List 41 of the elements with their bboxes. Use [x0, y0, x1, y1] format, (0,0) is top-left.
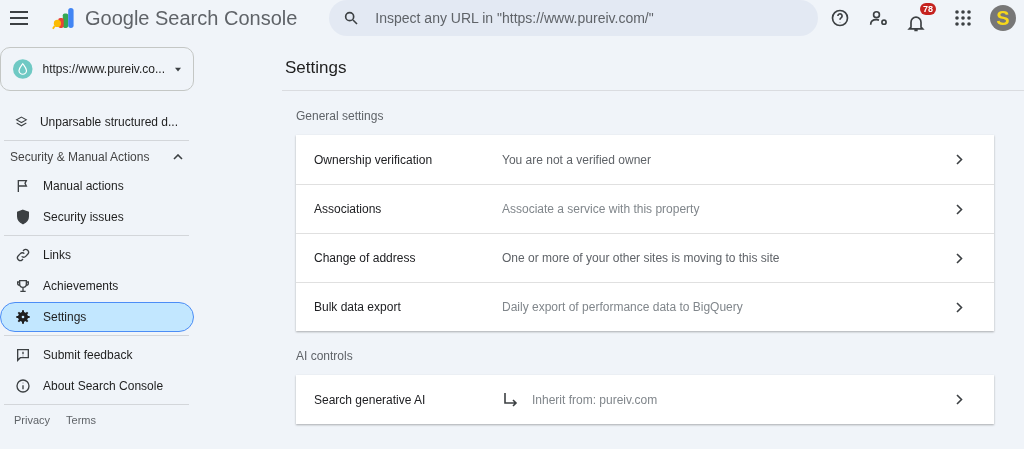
settings-row[interactable]: Search generative AI Inherit from: pureiv.com: [296, 375, 994, 424]
footer-link[interactable]: Privacy: [14, 414, 51, 426]
droplet-icon: [13, 56, 33, 82]
nav-item[interactable]: Submit feedback: [4, 340, 189, 370]
chevron-right-icon: [956, 203, 963, 215]
nav-item[interactable]: Manual actions: [4, 171, 189, 201]
nav-item[interactable]: About Search Console: [4, 371, 189, 401]
search-field[interactable]: Inspect any URL in "https://www.pureiv.com/": [329, 0, 818, 36]
nav-item[interactable]: Security issues: [4, 202, 189, 232]
notifications-button[interactable]: 78: [906, 3, 936, 33]
product-title: Google Search Console: [85, 6, 298, 30]
settings-icon: [15, 309, 31, 325]
settings-row[interactable]: Associations Associate a service with this property: [296, 184, 994, 233]
nav-item[interactable]: Achievements: [4, 271, 189, 301]
dropdown-caret-icon: [175, 66, 181, 72]
chevron-right-icon: [956, 301, 963, 313]
search-input[interactable]: Inspect any URL in "https://www.pureiv.com/": [373, 9, 804, 27]
section-heading: AI controls: [295, 348, 354, 365]
search-icon: [343, 10, 360, 26]
logo-icon: [51, 6, 75, 30]
nav-item[interactable]: Unparsable structured d...: [4, 107, 189, 137]
settings-row[interactable]: Bulk data export Daily export of performance data to BigQuery: [296, 282, 994, 331]
chevron-right-icon: [956, 394, 963, 405]
page-title: Settings: [282, 36, 1024, 91]
settings-row[interactable]: Ownership verification You are not a verified owner: [296, 135, 994, 184]
nav-item[interactable]: Links: [4, 240, 189, 270]
bell-icon: [906, 13, 926, 33]
shield-icon: [15, 209, 31, 225]
feedback-icon: [15, 347, 31, 363]
chevron-right-icon: [956, 252, 963, 264]
section-heading: General settings: [295, 108, 385, 125]
nav-item[interactable]: Settings: [0, 302, 194, 332]
footer-link[interactable]: Terms: [66, 414, 96, 426]
property-selector[interactable]: https://www.pureiv.co...: [0, 47, 194, 91]
trophy-icon: [15, 278, 31, 294]
section-header[interactable]: Security & Manual Actions: [4, 144, 189, 170]
chevron-right-icon: [956, 154, 963, 165]
info-icon: [15, 378, 31, 394]
settings-row[interactable]: Change of address One or more of your other sites is moving to this site: [296, 233, 994, 282]
notification-count: 78: [920, 3, 936, 15]
link-icon: [15, 247, 31, 263]
